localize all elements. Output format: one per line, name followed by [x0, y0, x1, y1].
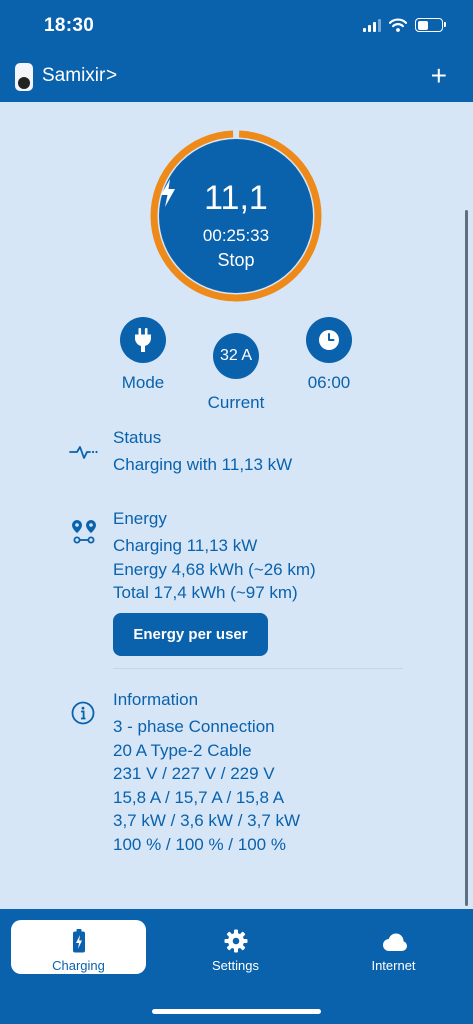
information-section: Information 3 - phase Connection 20 A Ty… — [113, 690, 300, 857]
current-control: 32 A Current — [200, 333, 272, 413]
information-line: 15,8 A / 15,7 A / 15,8 A — [113, 787, 285, 807]
mode-label: Mode — [121, 373, 165, 392]
gear-icon — [224, 929, 247, 953]
divider — [113, 668, 403, 669]
energy-title: Energy — [113, 509, 167, 528]
device-name[interactable]: Samixir — [42, 65, 105, 87]
battery-charging-icon — [72, 929, 85, 953]
energy-line: Energy 4,68 kWh (~26 km) — [113, 559, 316, 579]
current-label: Current — [207, 393, 265, 412]
information-title: Information — [113, 690, 199, 709]
timer-control: 06:00 — [298, 317, 360, 393]
tab-settings[interactable]: Settings — [168, 920, 303, 974]
charging-ring-inner: 11,1 00:25:33 Stop — [159, 139, 313, 293]
session-timer: 00:25:33 — [202, 226, 270, 245]
energy-line: Total 17,4 kWh (~97 km) — [113, 583, 298, 603]
add-button[interactable]: + — [431, 60, 447, 92]
heartbeat-icon — [69, 446, 98, 459]
current-button[interactable]: 32 A — [213, 333, 259, 379]
status-title: Status — [113, 428, 162, 447]
status-section: Status Charging with 11,13 kW — [113, 428, 292, 477]
cloud-icon — [382, 933, 407, 951]
information-line: 100 % / 100 % / 100 % — [113, 834, 286, 854]
nav-bar: Samixir > + — [0, 52, 473, 102]
system-indicators — [363, 18, 446, 32]
charging-ring[interactable]: 11,1 00:25:33 Stop — [150, 130, 322, 302]
cellular-signal-icon — [363, 18, 381, 32]
charger-device-icon — [15, 63, 33, 91]
energy-section: Energy Charging 11,13 kW Energy 4,68 kWh… — [113, 509, 316, 605]
battery-icon — [415, 18, 446, 32]
info-icon — [71, 701, 95, 725]
tab-charging-label: Charging — [52, 958, 105, 973]
stop-button[interactable]: Stop — [159, 250, 313, 271]
information-line: 231 V / 227 V / 229 V — [113, 764, 275, 784]
plug-icon — [135, 328, 151, 352]
tab-internet[interactable]: Internet — [326, 920, 461, 974]
chevron-right-icon[interactable]: > — [106, 65, 117, 87]
energy-line: Charging 11,13 kW — [113, 536, 258, 555]
lightning-icon — [161, 179, 175, 207]
timer-label: 06:00 — [307, 373, 351, 392]
information-line: 3 - phase Connection — [113, 717, 275, 736]
information-line: 20 A Type-2 Cable — [113, 740, 252, 760]
wifi-icon — [389, 18, 407, 32]
tab-settings-label: Settings — [212, 958, 259, 973]
tab-charging[interactable]: Charging — [11, 920, 146, 974]
scrollbar[interactable] — [465, 210, 468, 906]
tab-internet-label: Internet — [371, 958, 416, 973]
mode-control: Mode — [112, 317, 174, 393]
mode-button[interactable] — [120, 317, 166, 363]
home-indicator[interactable] — [152, 1009, 321, 1014]
tab-bar: Charging Settings Internet — [0, 909, 473, 1024]
clock-icon — [319, 330, 339, 350]
route-icon — [72, 520, 96, 544]
clock: 18:30 — [44, 15, 95, 36]
status-text: Charging with 11,13 kW — [113, 455, 293, 474]
energy-per-user-button[interactable]: Energy per user — [113, 613, 268, 656]
status-bar: 18:30 — [0, 0, 473, 52]
power-value: 11,1 — [204, 179, 268, 217]
information-line: 3,7 kW / 3,6 kW / 3,7 kW — [113, 811, 301, 831]
timer-button[interactable] — [306, 317, 352, 363]
